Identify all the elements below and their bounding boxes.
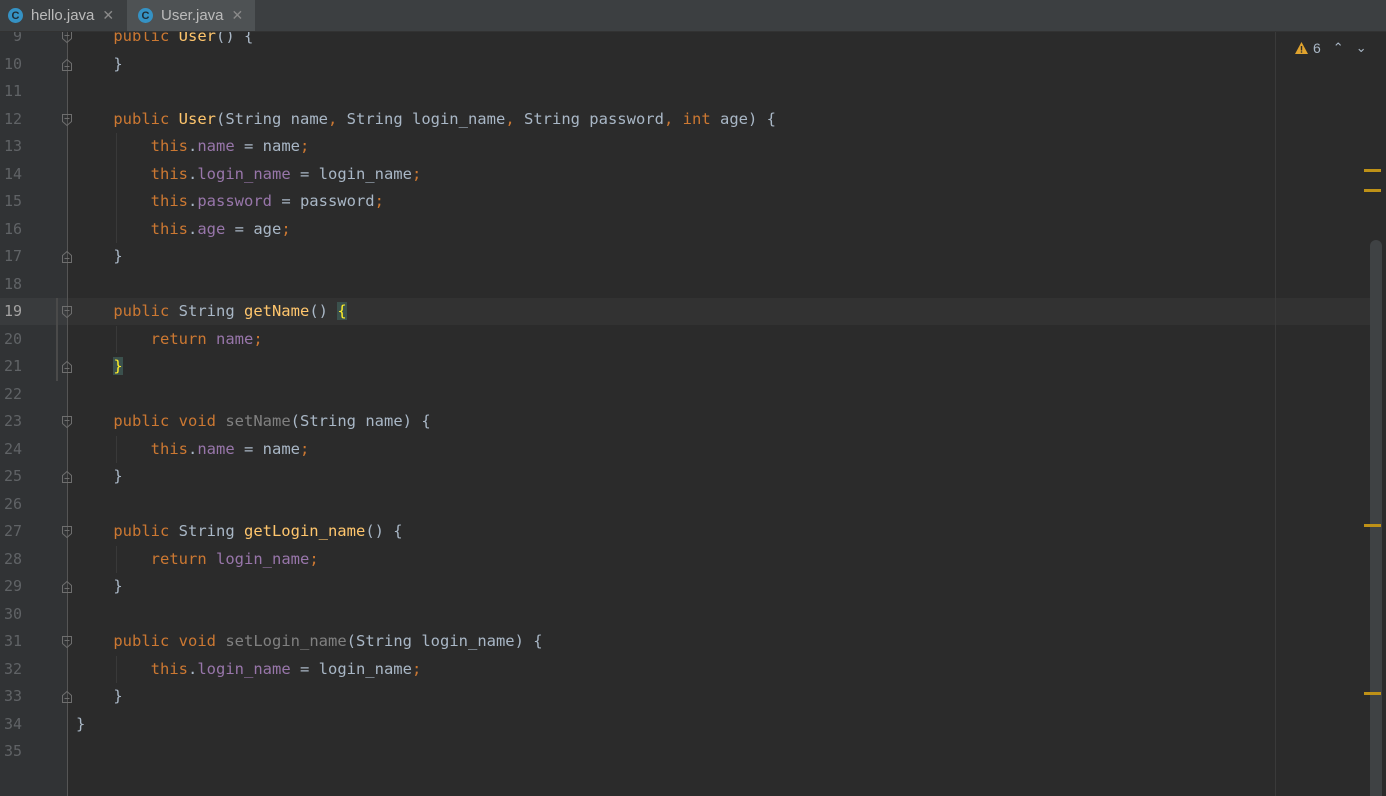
indent-guide (116, 133, 117, 243)
line-number: 13 (3, 137, 22, 155)
code-line[interactable]: } (76, 711, 85, 738)
tab-label: User.java (161, 7, 224, 24)
line-number: 16 (3, 219, 22, 238)
line-number: 10 (3, 54, 22, 73)
right-margin-guide (1275, 32, 1276, 796)
code-line[interactable]: public void setName(String name) { (76, 408, 430, 435)
line-number: 14 (3, 164, 22, 183)
line-number: 24 (3, 439, 22, 458)
line-number: 9 (12, 32, 22, 45)
code-line[interactable]: } (76, 573, 122, 600)
code-line[interactable]: return login_name; (76, 546, 319, 573)
line-number: 35 (3, 742, 22, 760)
fold-expand-icon[interactable] (61, 113, 73, 127)
line-number: 28 (3, 549, 22, 568)
indent-guide (116, 655, 117, 683)
indent-guide (116, 325, 117, 353)
warning-stripe-mark[interactable] (1364, 169, 1381, 172)
inspection-widget[interactable]: 6 ⌃ ⌄ (1294, 40, 1367, 56)
fold-expand-icon[interactable] (61, 32, 73, 44)
code-line[interactable]: } (76, 683, 122, 710)
line-number: 33 (3, 687, 22, 705)
code-line[interactable]: public String getName() { (76, 298, 347, 325)
fold-expand-icon[interactable] (61, 415, 73, 429)
code-line[interactable]: this.login_name = login_name; (76, 161, 422, 188)
line-number: 29 (3, 577, 22, 595)
line-number: 26 (3, 494, 22, 513)
change-marker (56, 298, 58, 381)
code-line[interactable]: } (76, 51, 122, 78)
code-line[interactable]: this.name = name; (76, 133, 310, 160)
vertical-scrollbar[interactable] (1370, 240, 1382, 796)
fold-collapse-icon[interactable] (61, 360, 73, 374)
code-line[interactable]: } (76, 353, 123, 380)
indent-guide (116, 545, 117, 573)
line-number: 15 (3, 192, 22, 210)
line-number: 30 (3, 604, 22, 623)
warning-stripe-mark[interactable] (1364, 524, 1381, 527)
previous-highlighted-error-button[interactable]: ⌃ (1333, 40, 1344, 56)
code-line[interactable]: this.password = password; (76, 188, 384, 215)
code-line[interactable]: } (76, 243, 122, 270)
fold-expand-icon[interactable] (61, 305, 73, 319)
fold-collapse-icon[interactable] (61, 580, 73, 594)
tab-label: hello.java (31, 7, 95, 24)
fold-collapse-icon[interactable] (61, 250, 73, 264)
editor-tab-bar: C hello.java ✕ C User.java ✕ (0, 0, 1386, 32)
line-number: 22 (3, 384, 22, 403)
code-editor[interactable]: 9 public User() { 10 } 11 12 public User(St… (0, 32, 1386, 796)
tab-user-java[interactable]: C User.java ✕ (127, 0, 255, 31)
code-line[interactable]: } (76, 463, 122, 490)
java-class-icon: C (138, 8, 153, 23)
line-number: 34 (3, 714, 22, 733)
code-line[interactable]: public String getLogin_name() { (76, 518, 402, 545)
line-number: 17 (3, 247, 22, 265)
line-number: 27 (3, 522, 22, 540)
warning-stripe-mark[interactable] (1364, 692, 1381, 695)
line-number: 18 (3, 274, 22, 293)
warning-count: 6 (1313, 40, 1321, 56)
fold-collapse-icon[interactable] (61, 58, 73, 72)
close-icon[interactable]: ✕ (102, 7, 114, 24)
line-number: 12 (3, 109, 22, 128)
fold-collapse-icon[interactable] (61, 470, 73, 484)
warning-icon (1294, 41, 1309, 55)
close-icon[interactable]: ✕ (232, 7, 244, 24)
code-line[interactable]: this.name = name; (76, 436, 310, 463)
line-number: 11 (3, 82, 22, 100)
line-number: 19 (3, 302, 22, 320)
code-line[interactable]: this.login_name = login_name; (76, 656, 422, 683)
gutter-divider (67, 32, 68, 796)
line-number: 25 (3, 467, 22, 485)
code-line[interactable]: public void setLogin_name(String login_n… (76, 628, 542, 655)
code-line[interactable]: this.age = age; (76, 216, 291, 243)
line-number: 20 (3, 329, 22, 348)
fold-expand-icon[interactable] (61, 635, 73, 649)
code-line[interactable]: public User(String name, String login_na… (76, 106, 776, 133)
next-highlighted-error-button[interactable]: ⌄ (1356, 40, 1367, 56)
indent-guide (116, 435, 117, 463)
fold-collapse-icon[interactable] (61, 690, 73, 704)
line-number: 32 (3, 659, 22, 678)
code-line[interactable]: return name; (76, 326, 263, 353)
fold-expand-icon[interactable] (61, 525, 73, 539)
code-line[interactable]: public User() { (76, 32, 253, 50)
line-number: 31 (3, 632, 22, 650)
line-number: 23 (3, 412, 22, 430)
tab-hello-java[interactable]: C hello.java ✕ (0, 0, 127, 31)
line-number: 21 (3, 357, 22, 375)
warning-stripe-mark[interactable] (1364, 189, 1381, 192)
java-class-icon: C (8, 8, 23, 23)
